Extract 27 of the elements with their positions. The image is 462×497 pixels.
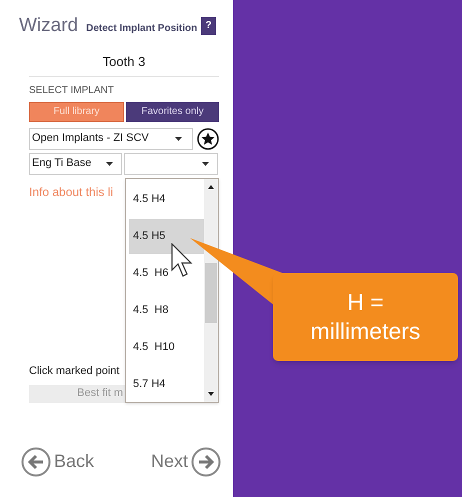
step-title: Detect Implant Position: [86, 24, 198, 35]
callout-text: H = millimeters: [310, 288, 422, 346]
back-button[interactable]: Back: [21, 446, 94, 476]
scroll-up-icon[interactable]: [208, 185, 214, 189]
tooth-label: Tooth 3: [102, 53, 146, 71]
size-option[interactable]: 4.5 H8: [129, 293, 204, 328]
help-button[interactable]: ?: [201, 16, 216, 34]
wizard-title: Wizard: [19, 16, 78, 35]
caret-icon: [106, 162, 113, 166]
size-option[interactable]: 5.7 H4: [129, 367, 204, 402]
size-option[interactable]: 4.5 H6: [129, 256, 204, 291]
size-option[interactable]: 4.5 H5: [129, 219, 204, 254]
section-label: SELECT IMPLANT: [29, 84, 115, 98]
info-text: Info about this li: [29, 184, 114, 198]
abutment-select[interactable]: Eng Ti Base: [29, 152, 122, 174]
size-option[interactable]: 4.5 H10: [129, 330, 204, 365]
next-button[interactable]: Next: [150, 446, 221, 476]
scroll-down-icon[interactable]: [208, 392, 214, 396]
scroll-thumb[interactable]: [205, 263, 217, 323]
instruction-text: Click marked point: [29, 364, 120, 376]
scrollbar[interactable]: [204, 179, 218, 402]
library-select[interactable]: Open Implants - ZI SCV: [29, 128, 193, 150]
mouse-cursor-icon: [171, 243, 194, 278]
size-option[interactable]: 4.5 H4: [129, 182, 204, 217]
caret-icon: [202, 162, 209, 166]
library-tab[interactable]: Favorites only: [126, 102, 219, 122]
caret-icon: [175, 136, 182, 140]
